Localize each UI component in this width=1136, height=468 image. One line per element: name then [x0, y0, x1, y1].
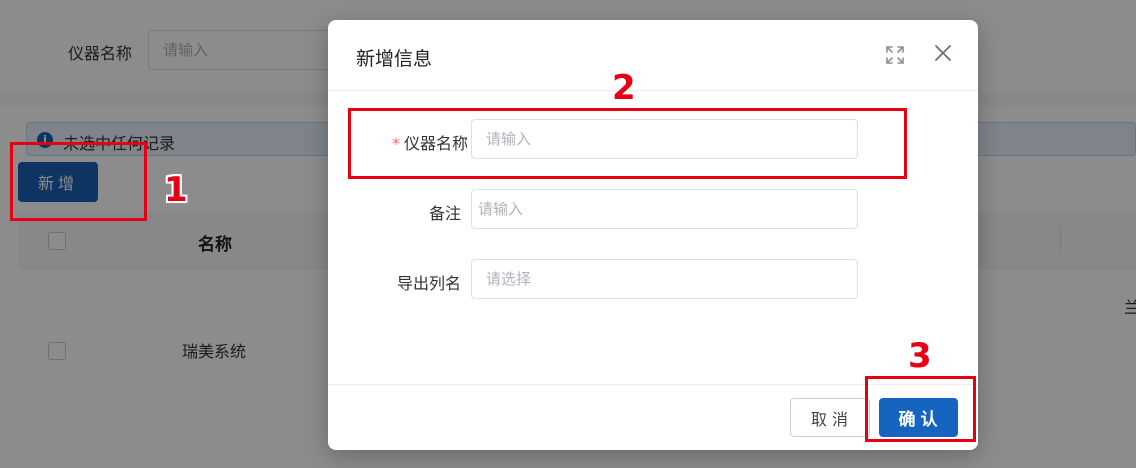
fullscreen-icon[interactable] [884, 44, 906, 66]
export-column-select[interactable]: 请选择 [471, 259, 858, 299]
annotation-box-2 [348, 108, 907, 179]
cancel-button[interactable]: 取消 [790, 398, 870, 437]
annotation-box-1 [10, 142, 147, 221]
remark-input[interactable]: 请输入 [471, 189, 858, 229]
dialog-header-divider [328, 90, 978, 91]
close-icon[interactable] [932, 42, 954, 64]
annotation-box-3 [865, 376, 976, 442]
form-label-remark: 备注 [428, 204, 461, 223]
annotation-number-3: 3 [908, 336, 932, 376]
annotation-number-1: 1 [164, 170, 188, 210]
form-label-export-column: 导出列名 [396, 274, 461, 293]
annotation-number-2: 2 [612, 68, 636, 108]
dialog-title: 新增信息 [356, 48, 433, 70]
